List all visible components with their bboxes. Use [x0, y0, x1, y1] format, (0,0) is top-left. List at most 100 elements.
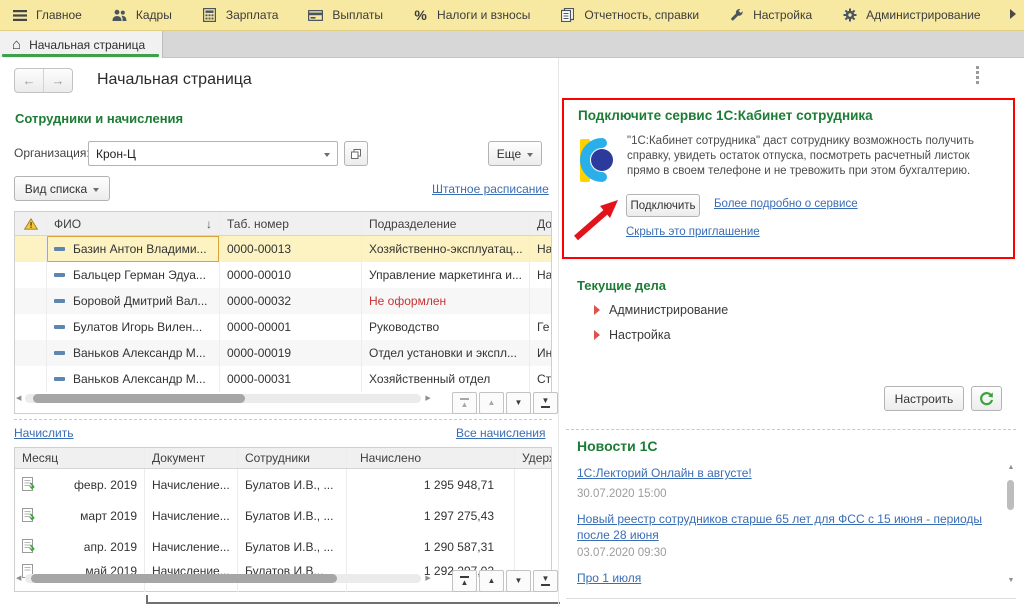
posted-document-icon — [22, 539, 35, 553]
accruals-hscrollbar[interactable]: ◀ ▶ — [16, 574, 440, 583]
employee-row[interactable]: Боровой Дмитрий Вал... 0000-00032 Не офо… — [15, 288, 551, 314]
employees-table-header: ФИО ↓ Таб. номер Подразделение До — [15, 212, 551, 236]
scroll-thumb[interactable] — [33, 394, 246, 403]
menu-item-taxes[interactable]: % Налоги и взносы — [413, 7, 530, 23]
news-vscrollbar[interactable]: ▲ ▼ — [1005, 464, 1017, 584]
go-last-button[interactable]: ▼ — [533, 392, 558, 414]
red-triangle-icon — [594, 330, 600, 340]
separator — [566, 429, 1016, 430]
connect-button[interactable]: Подключить — [626, 194, 700, 217]
employee-icon — [54, 299, 65, 303]
not-registered-label: Не оформлен — [362, 288, 530, 314]
accrue-link[interactable]: Начислить — [14, 426, 73, 440]
scroll-thumb[interactable] — [31, 574, 338, 583]
column-header-fio[interactable]: ФИО ↓ — [47, 212, 220, 235]
org-value: Крон-Ц — [96, 146, 136, 161]
menu-label: Выплаты — [332, 8, 384, 22]
column-header-tab-num[interactable]: Таб. номер — [220, 212, 362, 235]
view-list-button[interactable]: Вид списка — [14, 176, 110, 201]
todo-item-settings[interactable]: Настройка — [594, 328, 671, 342]
news-link[interactable]: 1С:Лекторий Онлайн в августе! — [577, 466, 752, 480]
page-down-button[interactable]: ▼ — [506, 570, 531, 592]
go-first-button[interactable]: ▲ — [452, 570, 477, 592]
more-actions-button[interactable]: Еще — [488, 141, 542, 166]
service-details-link[interactable]: Более подробно о сервисе — [714, 198, 858, 210]
scroll-left-icon[interactable]: ◀ — [16, 395, 21, 402]
news-link[interactable]: Новый реестр сотрудников старше 65 лет д… — [577, 511, 1001, 543]
employees-hscrollbar[interactable]: ◀ ▶ — [16, 394, 440, 403]
configure-button[interactable]: Настроить — [884, 386, 964, 411]
menu-item-main[interactable]: Главное — [12, 8, 82, 23]
news-pane-border — [566, 598, 1016, 599]
refresh-button[interactable] — [971, 386, 1002, 411]
chevron-down-icon[interactable] — [317, 142, 337, 165]
scroll-up-icon[interactable]: ▲ — [1005, 464, 1017, 471]
employee-icon — [54, 247, 65, 251]
column-header-accrued[interactable]: Начислено — [347, 448, 515, 468]
todo-item-administration[interactable]: Администрирование — [594, 303, 728, 317]
staffing-link[interactable]: Штатное расписание — [432, 182, 549, 196]
todo-heading: Текущие дела — [577, 278, 667, 293]
panel-divider — [558, 58, 559, 605]
accrual-row[interactable]: февр. 2019 Начисление... Булатов И.В., .… — [15, 469, 551, 500]
forward-button[interactable]: → — [44, 69, 72, 92]
view-list-label: Вид списка — [24, 181, 88, 196]
back-button[interactable]: ← — [15, 69, 44, 92]
hide-invitation-link[interactable]: Скрыть это приглашение — [626, 226, 760, 238]
org-input[interactable]: Крон-Ц — [88, 141, 338, 166]
main-menubar: Главное Кадры Зарплата Выплаты % Налоги … — [0, 0, 1024, 31]
accrual-row[interactable]: апр. 2019 Начисление... Булатов И.В., ..… — [15, 531, 551, 562]
all-accruals-link[interactable]: Все начисления — [456, 426, 546, 440]
go-last-button[interactable]: ▼ — [533, 570, 558, 592]
tab-label: Начальная страница — [29, 37, 146, 52]
open-icon — [351, 148, 361, 159]
employee-row[interactable]: Ваньков Александр М... 0000-00031 Хозяйс… — [15, 366, 551, 392]
menu-label: Главное — [36, 8, 82, 22]
menu-item-salary[interactable]: Зарплата — [202, 8, 278, 23]
scroll-right-icon[interactable]: ▶ — [425, 395, 430, 402]
page-up-button[interactable]: ▲ — [479, 392, 504, 414]
invite-body: "1С:Кабинет сотрудника" даст сотруднику … — [627, 135, 974, 177]
scroll-thumb[interactable] — [1007, 480, 1014, 510]
menu-item-reports[interactable]: Отчетность, справки — [560, 8, 699, 23]
column-header-position[interactable]: До — [530, 212, 551, 235]
menu-label: Отчетность, справки — [584, 8, 700, 22]
employee-icon — [54, 273, 65, 277]
menubar-overflow-arrow-icon[interactable] — [1010, 9, 1016, 19]
menu-item-hr[interactable]: Кадры — [112, 8, 172, 23]
posted-document-icon — [22, 508, 35, 522]
page-title: Начальная страница — [97, 71, 252, 88]
column-header-month[interactable]: Месяц — [15, 448, 145, 468]
scroll-down-icon[interactable]: ▼ — [1005, 577, 1017, 584]
warning-column-header[interactable] — [15, 212, 47, 235]
employee-row[interactable]: Булатов Игорь Вилен... 0000-00001 Руково… — [15, 314, 551, 340]
menu-item-settings[interactable]: Настройка — [729, 8, 812, 23]
separator — [14, 419, 552, 420]
employee-row[interactable]: Базин Антон Владими... 0000-00013 Хозяйс… — [15, 236, 551, 262]
employee-row[interactable]: Бальцер Герман Эдуа... 0000-00010 Управл… — [15, 262, 551, 288]
accrual-row[interactable]: март 2019 Начисление... Булатов И.В., ..… — [15, 500, 551, 531]
column-header-employees[interactable]: Сотрудники — [238, 448, 347, 468]
tabbar: ⌂ Начальная страница — [0, 31, 1024, 58]
invite-title: Подключите сервис 1С:Кабинет сотрудника — [578, 108, 873, 123]
active-tab-underline — [2, 54, 159, 57]
menu-item-administration[interactable]: Администрирование — [842, 8, 981, 23]
accruals-pager: ▲ ▲ ▼ ▼ — [452, 570, 558, 592]
scroll-right-icon[interactable]: ▶ — [425, 575, 430, 582]
column-header-dept[interactable]: Подразделение — [362, 212, 530, 235]
org-open-button[interactable] — [344, 141, 368, 166]
go-first-button[interactable]: ▲ — [452, 392, 477, 414]
employee-row[interactable]: Ваньков Александр М... 0000-00019 Отдел … — [15, 340, 551, 366]
more-menu-icon[interactable] — [976, 66, 979, 84]
page-up-button[interactable]: ▲ — [479, 570, 504, 592]
news-link[interactable]: Про 1 июля — [577, 571, 641, 585]
page-down-button[interactable]: ▼ — [506, 392, 531, 414]
column-header-withheld[interactable]: Удержан — [515, 448, 551, 468]
tab-home-page[interactable]: ⌂ Начальная страница — [0, 31, 163, 58]
chevron-down-icon — [93, 187, 100, 192]
scroll-left-icon[interactable]: ◀ — [16, 575, 21, 582]
refresh-icon — [980, 392, 994, 406]
menu-item-payments[interactable]: Выплаты — [308, 8, 383, 23]
column-header-document[interactable]: Документ — [145, 448, 238, 468]
accruals-table-header: Месяц Документ Сотрудники Начислено Удер… — [15, 448, 551, 469]
